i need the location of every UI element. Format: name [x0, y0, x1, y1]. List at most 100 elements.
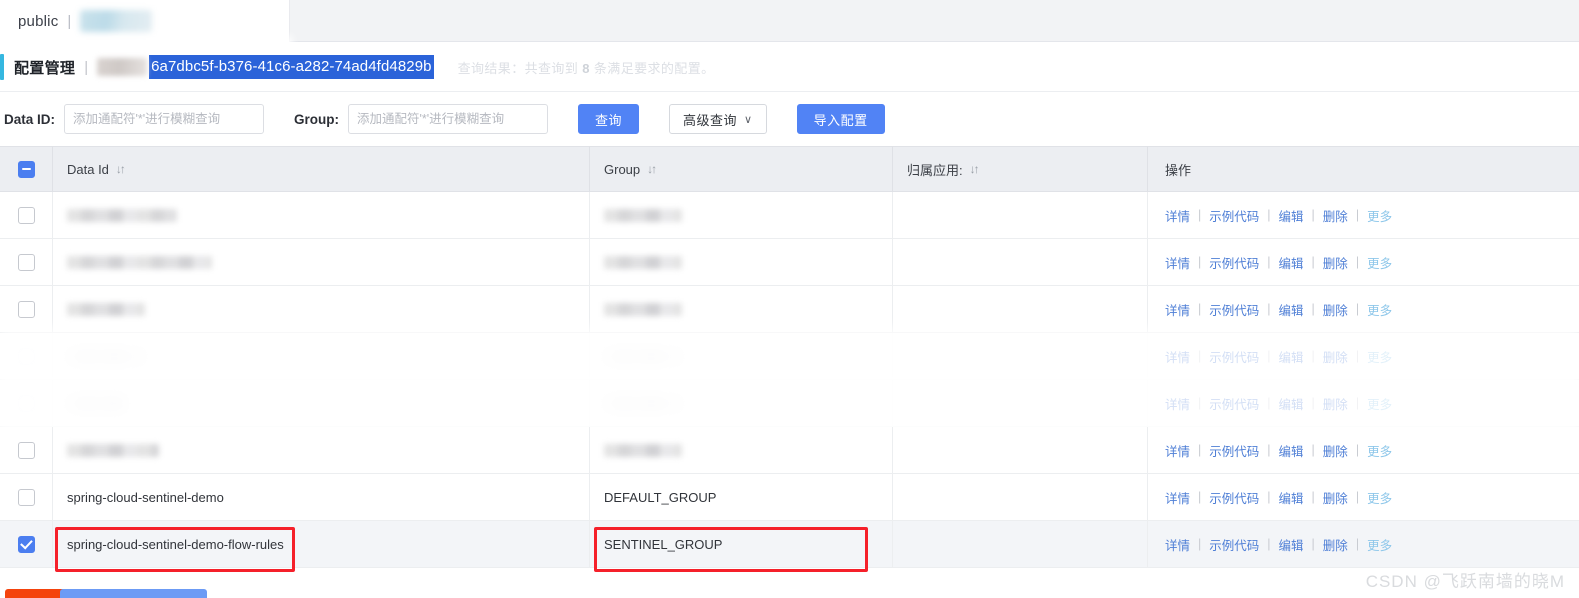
advanced-query-dropdown[interactable]: 高级查询 ∨ [669, 104, 767, 134]
action-more-link[interactable]: 更多 [1367, 488, 1392, 507]
sort-icon[interactable]: ↓↑ [647, 162, 657, 176]
action-more-link[interactable]: 更多 [1367, 300, 1392, 319]
column-header-app[interactable]: 归属应用: ↓↑ [892, 147, 1147, 191]
tab-separator: | [67, 12, 72, 30]
group-input[interactable] [348, 104, 549, 134]
divider [1147, 427, 1148, 473]
query-result-text: 查询结果：共查询到 8 条满足要求的配置。 [458, 58, 715, 77]
action-sample-code-link[interactable]: 示例代码 [1209, 441, 1259, 460]
row-checkbox[interactable] [17, 535, 35, 553]
action-more-link[interactable]: 更多 [1367, 441, 1392, 460]
redacted-group [604, 208, 682, 222]
row-checkbox[interactable] [17, 394, 35, 412]
data-id-input[interactable] [64, 104, 265, 134]
action-delete-link[interactable]: 删除 [1323, 488, 1348, 507]
action-delete-link[interactable]: 删除 [1323, 394, 1348, 413]
action-sample-code-link[interactable]: 示例代码 [1209, 535, 1259, 554]
action-detail-link[interactable]: 详情 [1165, 300, 1190, 319]
table-row[interactable]: 详情 | 示例代码 | 编辑 | 删除 | 更多 [0, 286, 1579, 333]
cell-data-id: spring-cloud-sentinel-demo [52, 474, 589, 520]
cell-app [892, 474, 1147, 520]
action-more-link[interactable]: 更多 [1367, 347, 1392, 366]
table-row[interactable]: 详情 | 示例代码 | 编辑 | 删除 | 更多 [0, 192, 1579, 239]
row-select-cell [0, 474, 52, 520]
action-delete-link[interactable]: 删除 [1323, 535, 1348, 554]
bottom-action-bar [0, 584, 1579, 598]
column-header-data-id[interactable]: Data Id ↓↑ [52, 147, 589, 191]
action-edit-link[interactable]: 编辑 [1279, 394, 1304, 413]
action-more-link[interactable]: 更多 [1367, 535, 1392, 554]
action-sample-code-link[interactable]: 示例代码 [1209, 488, 1259, 507]
action-divider: | [1267, 443, 1271, 457]
action-delete-link[interactable]: 删除 [1323, 253, 1348, 272]
action-divider: | [1198, 443, 1202, 457]
select-all-cell [0, 147, 52, 191]
redacted-group [604, 255, 682, 269]
action-delete-link[interactable]: 删除 [1323, 300, 1348, 319]
action-detail-link[interactable]: 详情 [1165, 488, 1190, 507]
action-edit-link[interactable]: 编辑 [1279, 535, 1304, 554]
row-action-links: 详情 | 示例代码 | 编辑 | 删除 | 更多 [1165, 300, 1392, 319]
action-divider: | [1267, 490, 1271, 504]
selected-namespace-id[interactable]: 6a7dbc5f-b376-41c6-a282-74ad4fd4829b [149, 55, 434, 79]
action-more-link[interactable]: 更多 [1367, 206, 1392, 225]
action-edit-link[interactable]: 编辑 [1279, 253, 1304, 272]
redacted-data-id [67, 208, 177, 222]
import-config-button[interactable]: 导入配置 [796, 104, 885, 134]
action-more-link[interactable]: 更多 [1367, 394, 1392, 413]
action-sample-code-link[interactable]: 示例代码 [1209, 206, 1259, 225]
action-more-link[interactable]: 更多 [1367, 253, 1392, 272]
row-checkbox[interactable] [17, 206, 35, 224]
divider [892, 521, 893, 567]
clone-button[interactable] [121, 589, 207, 598]
divider [589, 192, 590, 238]
action-detail-link[interactable]: 详情 [1165, 206, 1190, 225]
action-detail-link[interactable]: 详情 [1165, 535, 1190, 554]
action-delete-link[interactable]: 删除 [1323, 206, 1348, 225]
table-row[interactable]: 详情 | 示例代码 | 编辑 | 删除 | 更多 [0, 239, 1579, 286]
column-header-operations: 操作 [1147, 147, 1579, 191]
table-row[interactable]: spring-cloud-sentinel-demo DEFAULT_GROUP 详… [0, 474, 1579, 521]
sort-icon[interactable]: ↓↑ [116, 162, 126, 176]
table-row[interactable]: spring-cloud-sentinel-demo-flow-rules SEN… [0, 521, 1579, 568]
action-sample-code-link[interactable]: 示例代码 [1209, 300, 1259, 319]
action-detail-link[interactable]: 详情 [1165, 347, 1190, 366]
action-sample-code-link[interactable]: 示例代码 [1209, 394, 1259, 413]
action-detail-link[interactable]: 详情 [1165, 394, 1190, 413]
cell-group-text: SENTINEL_GROUP [604, 536, 723, 552]
action-detail-link[interactable]: 详情 [1165, 441, 1190, 460]
action-edit-link[interactable]: 编辑 [1279, 300, 1304, 319]
action-edit-link[interactable]: 编辑 [1279, 441, 1304, 460]
action-detail-link[interactable]: 详情 [1165, 253, 1190, 272]
action-sample-code-link[interactable]: 示例代码 [1209, 253, 1259, 272]
select-all-checkbox[interactable] [17, 160, 35, 178]
sort-icon[interactable]: ↓↑ [970, 162, 980, 176]
action-delete-link[interactable]: 删除 [1323, 347, 1348, 366]
column-header-group[interactable]: Group ↓↑ [589, 147, 892, 191]
redacted-data-id [67, 443, 159, 457]
action-divider: | [1198, 349, 1202, 363]
row-select-cell [0, 521, 52, 567]
row-checkbox[interactable] [17, 300, 35, 318]
cell-app [892, 380, 1147, 426]
row-checkbox[interactable] [17, 347, 35, 365]
action-delete-link[interactable]: 删除 [1323, 441, 1348, 460]
query-button[interactable]: 查询 [578, 104, 640, 134]
cell-operations: 详情 | 示例代码 | 编辑 | 删除 | 更多 [1147, 521, 1579, 567]
action-divider: | [1198, 255, 1202, 269]
action-sample-code-link[interactable]: 示例代码 [1209, 347, 1259, 366]
table-row[interactable]: 详情 | 示例代码 | 编辑 | 删除 | 更多 [0, 374, 1579, 432]
action-edit-link[interactable]: 编辑 [1279, 347, 1304, 366]
row-checkbox[interactable] [17, 253, 35, 271]
breadcrumb-separator: | [84, 58, 89, 76]
row-checkbox[interactable] [17, 441, 35, 459]
row-checkbox[interactable] [17, 488, 35, 506]
action-edit-link[interactable]: 编辑 [1279, 206, 1304, 225]
table-row[interactable]: 详情 | 示例代码 | 编辑 | 删除 | 更多 [0, 427, 1579, 474]
row-action-links: 详情 | 示例代码 | 编辑 | 删除 | 更多 [1165, 535, 1392, 554]
nacos-config-management-page: public | 配置管理 | 6a7dbc5f-b376-41c6-a282-… [0, 0, 1579, 598]
row-select-cell [0, 192, 52, 238]
page-title: 配置管理 [14, 59, 76, 77]
table-row[interactable]: 详情 | 示例代码 | 编辑 | 删除 | 更多 [0, 327, 1579, 385]
action-edit-link[interactable]: 编辑 [1279, 488, 1304, 507]
